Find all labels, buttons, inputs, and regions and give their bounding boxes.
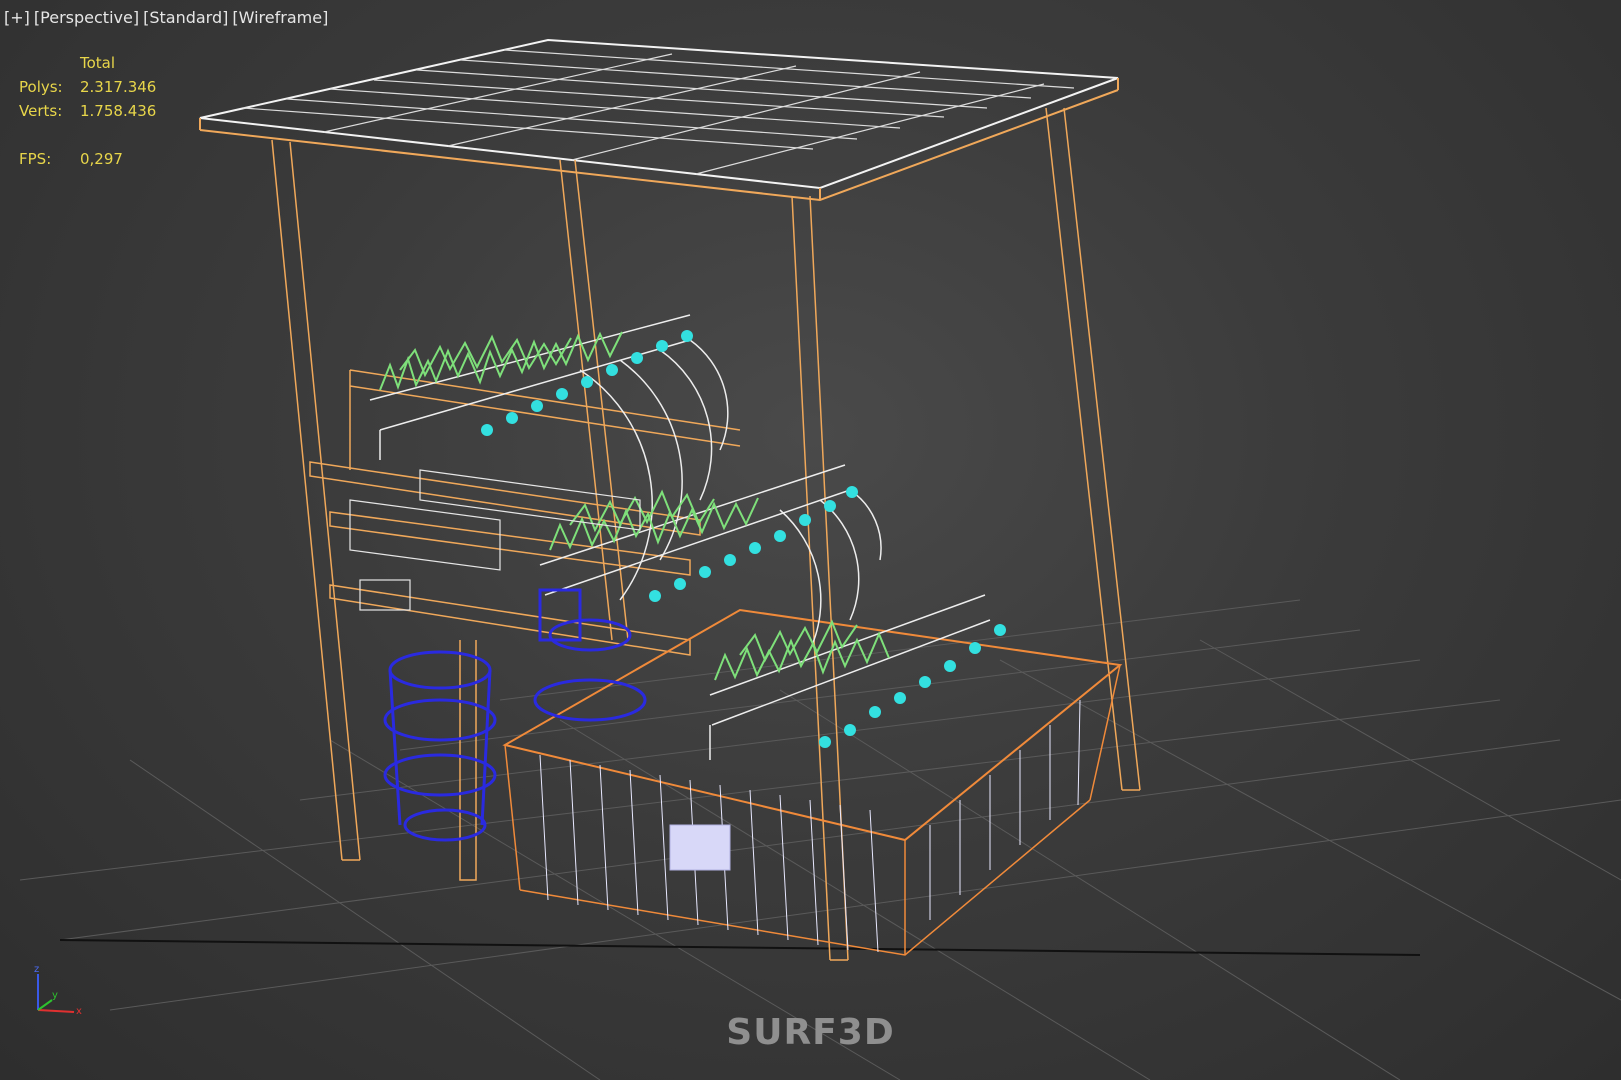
3d-viewport[interactable]: + Perspective Standard Wireframe Total P… bbox=[0, 0, 1621, 1080]
viewport-menu-button[interactable]: + bbox=[4, 8, 30, 27]
polys-value: 2.317.346 bbox=[80, 78, 157, 96]
stats-header: Total bbox=[80, 54, 116, 72]
verts-label: Verts: bbox=[19, 102, 63, 120]
polys-label: Polys: bbox=[19, 78, 63, 96]
water-tank bbox=[502, 608, 1123, 956]
fps-value: 0,297 bbox=[80, 150, 123, 168]
wireframe-scene[interactable] bbox=[0, 0, 1621, 1080]
plants bbox=[379, 331, 890, 681]
ground-grid bbox=[19, 599, 1621, 1080]
axis-z-label: z bbox=[34, 964, 39, 975]
viewport-pov-menu[interactable]: Perspective bbox=[34, 8, 139, 27]
viewport-label-bar: + Perspective Standard Wireframe bbox=[4, 8, 328, 27]
solar-panel-roof bbox=[199, 38, 1119, 202]
viewport-display-mode-menu[interactable]: Wireframe bbox=[232, 8, 328, 27]
axis-y-label: y bbox=[52, 990, 58, 1001]
verts-value: 1.758.436 bbox=[80, 102, 157, 120]
irrigation-emitters bbox=[481, 330, 1006, 748]
viewport-shading-quality-menu[interactable]: Standard bbox=[143, 8, 228, 27]
watermark-logo: SURF3D bbox=[726, 1012, 895, 1053]
grid-axis-line bbox=[59, 939, 1421, 956]
fps-label: FPS: bbox=[19, 150, 52, 168]
